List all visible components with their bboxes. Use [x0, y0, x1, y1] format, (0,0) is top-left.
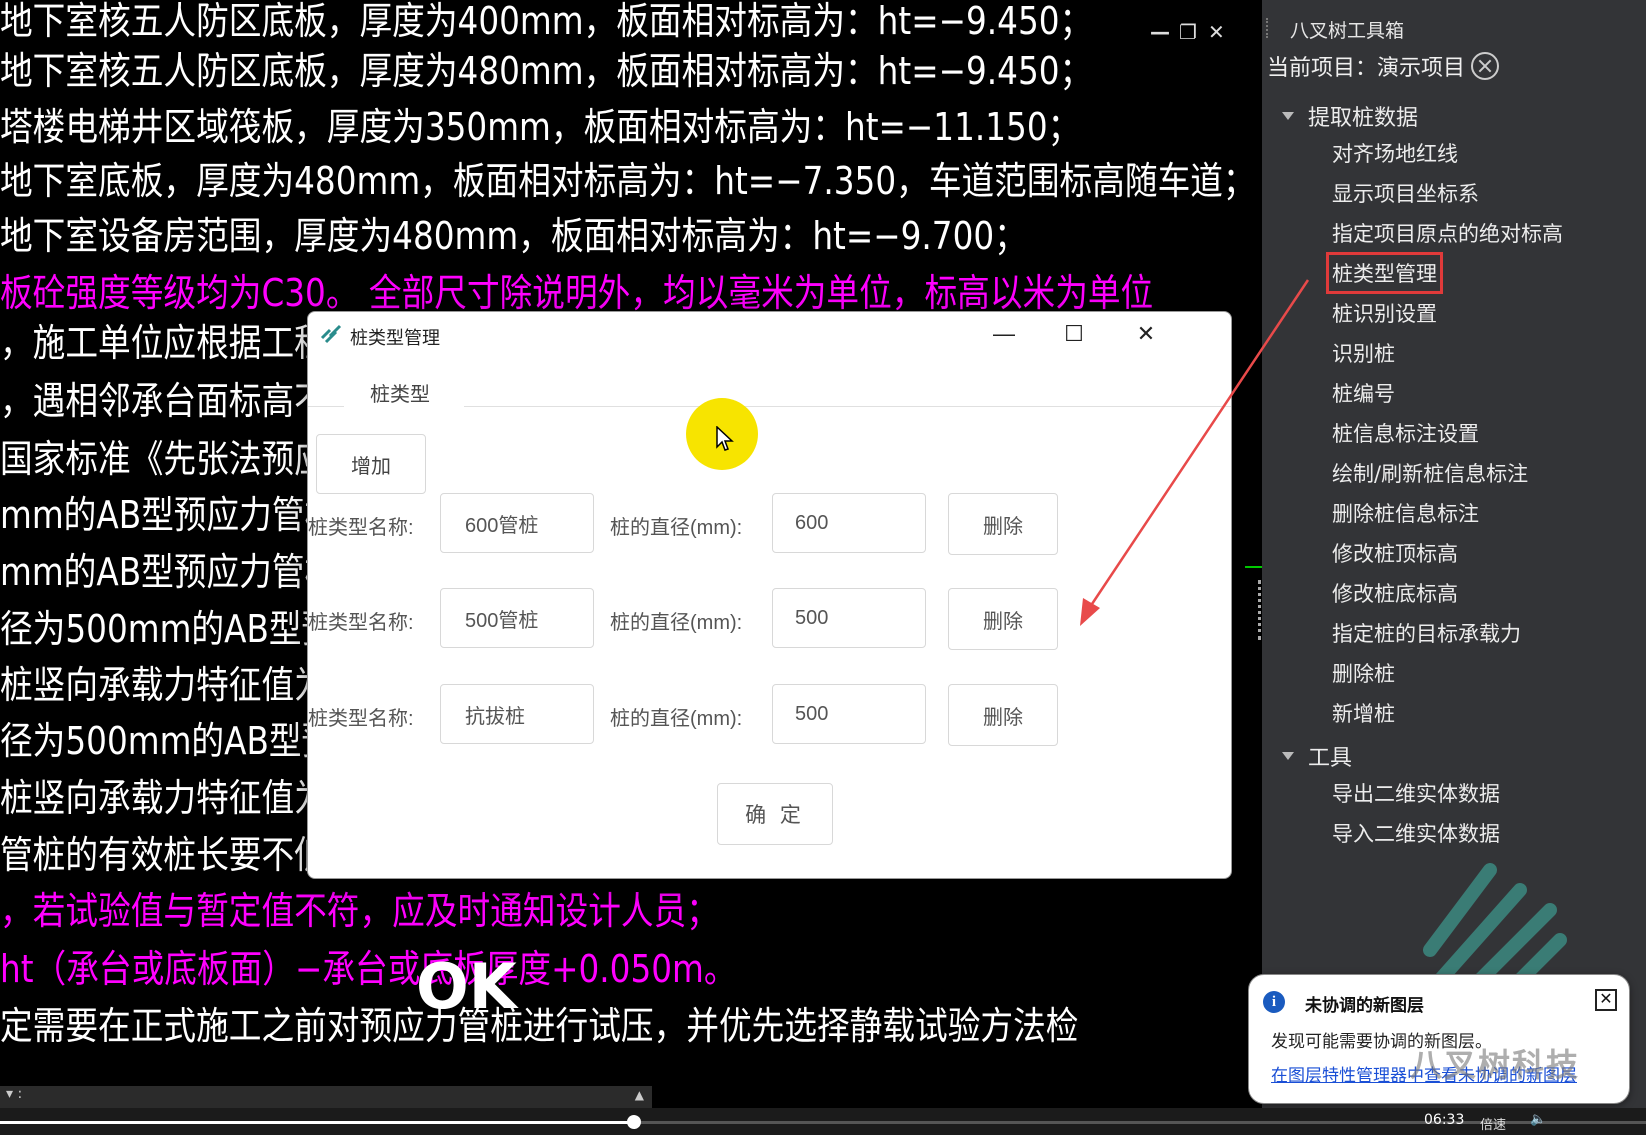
toolbox-item[interactable]: 新增桩: [1332, 698, 1395, 728]
toolbox-item[interactable]: 显示项目坐标系: [1332, 178, 1479, 208]
dialog-title: 桩类型管理: [350, 328, 440, 348]
restore-icon[interactable]: ❐: [1179, 20, 1197, 44]
chevron-up-icon[interactable]: ▲: [635, 1088, 644, 1102]
cad-text-line: ht（承台或底板面）−承台或底板厚度+0.050m。: [0, 947, 737, 991]
toolbox-item[interactable]: 删除桩信息标注: [1332, 498, 1479, 528]
notification-title: 未协调的新图层: [1305, 996, 1424, 1015]
drag-grip-icon[interactable]: [1266, 18, 1276, 38]
tree-group-label: 提取桩数据: [1308, 106, 1419, 131]
toolbox-item[interactable]: 指定桩的目标承载力: [1332, 618, 1521, 648]
toolbox-item[interactable]: 桩识别设置: [1332, 298, 1437, 328]
toolbox-item[interactable]: 删除桩: [1332, 658, 1395, 688]
watermark-text: 八叉树科技: [1410, 1046, 1581, 1084]
cad-text-line: ，若试验值与暂定值不符，应及时通知设计人员；: [0, 889, 719, 933]
command-line-prompt: ▾ :: [6, 1086, 23, 1102]
current-project: 当前项目：演示项目: [1267, 50, 1500, 82]
toolbox-item[interactable]: 桩类型管理: [1326, 252, 1443, 294]
cad-text-line: 地下室核五人防区底板，厚度为400mm，板面相对标高为：ht=−9.450；: [0, 0, 1093, 43]
pile-diameter-input[interactable]: 600: [772, 493, 926, 553]
cad-text-line: 地下室设备房范围，厚度为480mm，板面相对标高为：ht=−9.700；: [0, 214, 1027, 258]
close-project-icon[interactable]: [1471, 52, 1500, 80]
speed-button[interactable]: 倍速: [1480, 1114, 1506, 1133]
pile-type-dialog: 桩类型管理 — ☐ ✕ 桩类型 增加 桩类型名称: 600管桩 桩的直径(mm): 6…: [307, 311, 1232, 879]
progress-knob[interactable]: [626, 1115, 641, 1129]
dialog-minimize-icon[interactable]: —: [984, 318, 1024, 350]
dialog-close-icon[interactable]: ✕: [1126, 318, 1166, 350]
toolbox-title: 八叉树工具箱: [1290, 20, 1405, 42]
pile-name-label: 桩类型名称:: [308, 612, 414, 634]
dialog-titlebar[interactable]: 桩类型管理 — ☐ ✕: [308, 312, 1231, 356]
notification-close-icon[interactable]: ✕: [1595, 989, 1617, 1011]
pile-name-input[interactable]: 500管桩: [440, 588, 594, 648]
pile-diameter-label: 桩的直径(mm):: [610, 612, 743, 634]
toolbox-item[interactable]: 识别桩: [1332, 338, 1395, 368]
toolbox-item[interactable]: 对齐场地红线: [1332, 138, 1458, 168]
cad-text-line: 塔楼电梯井区域筏板，厚度为350mm，板面相对标高为：ht=−11.150；: [0, 105, 1081, 149]
pile-diameter-label: 桩的直径(mm):: [610, 708, 743, 730]
delete-button[interactable]: 删除: [948, 493, 1058, 555]
tab-pile-type[interactable]: 桩类型: [370, 378, 430, 407]
tree-group[interactable]: 工具: [1282, 740, 1352, 772]
expand-triangle-icon[interactable]: [1282, 752, 1294, 760]
tree-group-label: 工具: [1308, 746, 1353, 771]
toolbox-item[interactable]: 修改桩底标高: [1332, 578, 1458, 608]
cad-text-line: 板砼强度等级均为C30。 全部尺寸除说明外，均以毫米为单位，标高以米为单位: [0, 271, 1154, 315]
caption-overlay: OK: [416, 950, 517, 1023]
toolbox-item[interactable]: 导入二维实体数据: [1332, 818, 1500, 848]
playback-time: 06:33: [1424, 1112, 1465, 1128]
minimize-icon[interactable]: —: [1150, 20, 1170, 44]
progress-fill: [0, 1121, 634, 1124]
expand-triangle-icon[interactable]: [1282, 112, 1294, 120]
delete-button[interactable]: 删除: [948, 684, 1058, 746]
toolbox-item[interactable]: 绘制/刷新桩信息标注: [1332, 458, 1528, 488]
add-button[interactable]: 增加: [316, 434, 426, 494]
dialog-maximize-icon[interactable]: ☐: [1054, 318, 1094, 350]
pile-name-label: 桩类型名称:: [308, 708, 414, 730]
pile-type-row: 桩类型名称: 500管桩 桩的直径(mm): 500 删除: [308, 588, 1231, 650]
toolbox-item[interactable]: 桩编号: [1332, 378, 1395, 408]
pile-name-input[interactable]: 抗拔桩: [440, 684, 594, 744]
cad-text-line: 地下室底板，厚度为480mm，板面相对标高为：ht=−7.350，车道范围标高随…: [0, 159, 1256, 203]
toolbox-item[interactable]: 导出二维实体数据: [1332, 778, 1500, 808]
tab-bar: 桩类型: [308, 368, 1231, 408]
close-icon[interactable]: ✕: [1208, 20, 1225, 44]
volume-icon[interactable]: 🔈: [1530, 1112, 1546, 1127]
tree-group[interactable]: 提取桩数据: [1282, 100, 1418, 132]
pile-name-label: 桩类型名称:: [308, 517, 414, 539]
mouse-pointer-icon: [716, 426, 734, 451]
pile-type-row: 桩类型名称: 抗拔桩 桩的直径(mm): 500 删除: [308, 684, 1231, 746]
video-progress-bar[interactable]: [0, 1115, 1646, 1129]
toolbox-item[interactable]: 桩信息标注设置: [1332, 418, 1479, 448]
cad-text-line: 地下室核五人防区底板，厚度为480mm，板面相对标高为：ht=−9.450；: [0, 49, 1093, 93]
app-logo-icon: [320, 324, 342, 344]
current-project-label: 当前项目：演示项目: [1267, 56, 1466, 81]
delete-button[interactable]: 删除: [948, 588, 1058, 650]
green-axis-mark: [1245, 566, 1262, 568]
toolbox-item[interactable]: 指定项目原点的绝对标高: [1332, 218, 1563, 248]
pile-name-input[interactable]: 600管桩: [440, 493, 594, 553]
command-line[interactable]: ▾ : ▲: [0, 1086, 652, 1108]
toolbox-item[interactable]: 修改桩顶标高: [1332, 538, 1458, 568]
pile-diameter-label: 桩的直径(mm):: [610, 517, 743, 539]
pile-type-row: 桩类型名称: 600管桩 桩的直径(mm): 600 删除: [308, 493, 1231, 555]
pile-diameter-input[interactable]: 500: [772, 588, 926, 648]
cad-text-line: 定需要在正式施工之前对预应力管桩进行试压，并优先选择静载试验方法检: [0, 1004, 1079, 1048]
info-icon: i: [1263, 991, 1285, 1013]
pile-diameter-input[interactable]: 500: [772, 684, 926, 744]
confirm-button[interactable]: 确 定: [717, 783, 833, 845]
